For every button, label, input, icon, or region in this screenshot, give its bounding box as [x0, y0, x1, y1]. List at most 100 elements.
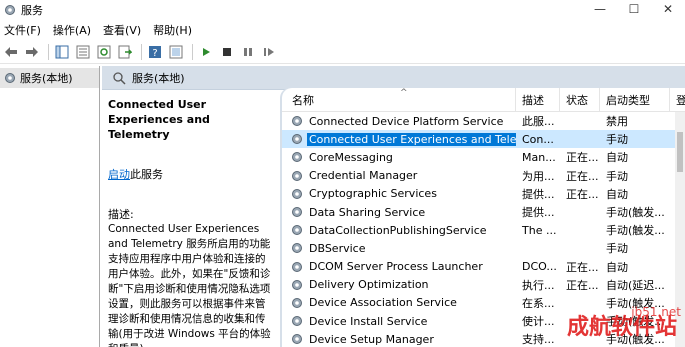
properties-icon[interactable]: [74, 43, 92, 61]
search-icon: [113, 71, 126, 85]
table-row[interactable]: Connected Device Platform Service 此服... 禁用: [282, 112, 685, 130]
cell-description: DCO...: [522, 260, 557, 274]
services-gear-icon: [5, 73, 15, 83]
service-gear-icon: [292, 152, 302, 163]
description-label: 描述:: [108, 208, 134, 221]
cell-name: Cryptographic Services: [282, 187, 516, 201]
tree-item-label: 服务(本地): [20, 72, 73, 85]
table-row[interactable]: Data Sharing Service 提供... 手动(触发...: [282, 203, 685, 221]
cell-description: 使计...: [522, 315, 555, 329]
service-gear-icon: [292, 207, 302, 218]
cell-startup-type: 禁用: [606, 115, 628, 129]
column-logon-as[interactable]: 登: [670, 88, 685, 112]
restart-icon[interactable]: [260, 43, 278, 61]
cell-description: 此服...: [522, 115, 555, 129]
start-service-line: 启动此服务: [108, 168, 274, 182]
table-row[interactable]: CoreMessaging Man... 正在... 自动: [282, 148, 685, 166]
service-gear-icon: [292, 334, 302, 345]
cell-description: 为用...: [522, 169, 555, 183]
menu-file[interactable]: 文件(F): [4, 22, 41, 38]
cell-startup-type: 手动: [606, 133, 628, 147]
refresh-icon[interactable]: [95, 43, 113, 61]
description-text: Connected User Experiences and Telemetry…: [108, 223, 271, 347]
cell-status: 正在...: [566, 151, 599, 165]
tree-item-services-local[interactable]: 服务(本地): [0, 68, 99, 88]
cell-description: Con...: [522, 132, 554, 146]
table-row[interactable]: Connected User Experiences and Telem... C…: [282, 130, 685, 149]
services-pane: 服务(本地) Connected User Experiences and Te…: [102, 66, 685, 347]
service-gear-icon: [292, 225, 302, 236]
cell-status: 正在...: [566, 169, 599, 183]
service-name: Device Install Service: [309, 314, 428, 328]
service-name: Credential Manager: [309, 169, 418, 183]
menu-view[interactable]: 查看(V): [103, 22, 141, 38]
table-row[interactable]: DataCollectionPublishingService The ... 手动…: [282, 221, 685, 239]
start-service-suffix: 此服务: [130, 168, 163, 181]
table-row[interactable]: Credential Manager 为用... 正在... 手动: [282, 167, 685, 185]
cell-name: Device Association Service: [282, 296, 516, 310]
service-name: DataCollectionPublishingService: [309, 223, 487, 237]
start-service-link[interactable]: 启动: [108, 168, 130, 181]
cell-description: Man...: [522, 150, 556, 164]
table-row[interactable]: DBService 手动: [282, 239, 685, 257]
services-gear-icon: [5, 5, 15, 15]
column-header-row: ^ 名称 描述 状态 启动类型 登: [282, 88, 685, 112]
service-title: Connected User Experiences and Telemetry: [108, 98, 210, 141]
cell-name: CoreMessaging: [282, 150, 516, 164]
scrollbar-thumb[interactable]: [677, 132, 683, 172]
cell-startup-type: 自动: [606, 260, 628, 274]
forward-arrow-icon[interactable]: [23, 43, 41, 61]
service-name: Cryptographic Services: [309, 187, 437, 201]
table-row[interactable]: Delivery Optimization 执行... 正在... 自动(延迟...: [282, 276, 685, 294]
play-icon[interactable]: [197, 43, 215, 61]
column-name[interactable]: 名称: [282, 88, 516, 112]
cell-description: 提供...: [522, 206, 555, 220]
service-gear-icon: [292, 134, 302, 145]
service-details-panel: Connected User Experiences and Telemetry…: [102, 91, 280, 347]
cell-name: Delivery Optimization: [282, 278, 516, 292]
close-button[interactable]: ✕: [651, 0, 685, 18]
service-name: Device Association Service: [309, 296, 457, 310]
watermark: 成航软件站: [566, 314, 677, 340]
cell-status: 正在...: [566, 187, 599, 201]
back-arrow-icon[interactable]: [2, 43, 20, 61]
table-row[interactable]: Cryptographic Services 提供... 正在... 自动: [282, 185, 685, 203]
tree-pane: 服务(本地): [0, 66, 100, 347]
service-gear-icon: [292, 116, 302, 127]
service-gear-icon: [292, 316, 302, 327]
export-icon[interactable]: [116, 43, 134, 61]
cell-status: 正在...: [566, 260, 599, 274]
cell-description: 提供...: [522, 187, 555, 201]
cell-startup-type: 手动: [606, 242, 628, 256]
cell-name: Device Setup Manager: [282, 332, 516, 346]
cell-status: 正在...: [566, 278, 599, 292]
window-title: 服务: [21, 4, 43, 17]
maximize-button[interactable]: ☐: [617, 0, 651, 18]
help-icon[interactable]: ?: [146, 43, 164, 61]
pane-header: 服务(本地): [102, 66, 685, 90]
column-description[interactable]: 描述: [516, 88, 560, 112]
service-name: Connected User Experiences and Telem...: [307, 132, 516, 146]
column-startup-type[interactable]: 启动类型: [600, 88, 670, 112]
cell-name: Credential Manager: [282, 169, 516, 183]
service-name: DCOM Server Process Launcher: [309, 260, 483, 274]
menu-action[interactable]: 操作(A): [53, 22, 91, 38]
cell-startup-type: 自动(延迟...: [606, 278, 665, 292]
service-gear-icon: [292, 170, 302, 181]
column-status[interactable]: 状态: [560, 88, 600, 112]
stop-icon[interactable]: [218, 43, 236, 61]
cell-name: Device Install Service: [282, 314, 516, 328]
table-row[interactable]: DCOM Server Process Launcher DCO... 正在... 自…: [282, 258, 685, 276]
cell-name: Connected User Experiences and Telem...: [282, 132, 516, 146]
service-name: Data Sharing Service: [309, 205, 426, 219]
toolbar-separator: [141, 43, 142, 60]
menu-help[interactable]: 帮助(H): [153, 22, 192, 38]
minimize-button[interactable]: —: [583, 0, 617, 18]
menu-bar: 文件(F) 操作(A) 查看(V) 帮助(H): [0, 21, 685, 39]
cell-name: DataCollectionPublishingService: [282, 223, 516, 237]
show-tree-icon[interactable]: [53, 43, 71, 61]
console-view-icon[interactable]: [167, 43, 185, 61]
service-gear-icon: [292, 243, 302, 254]
pause-icon[interactable]: [239, 43, 257, 61]
service-name: DBService: [309, 241, 366, 255]
